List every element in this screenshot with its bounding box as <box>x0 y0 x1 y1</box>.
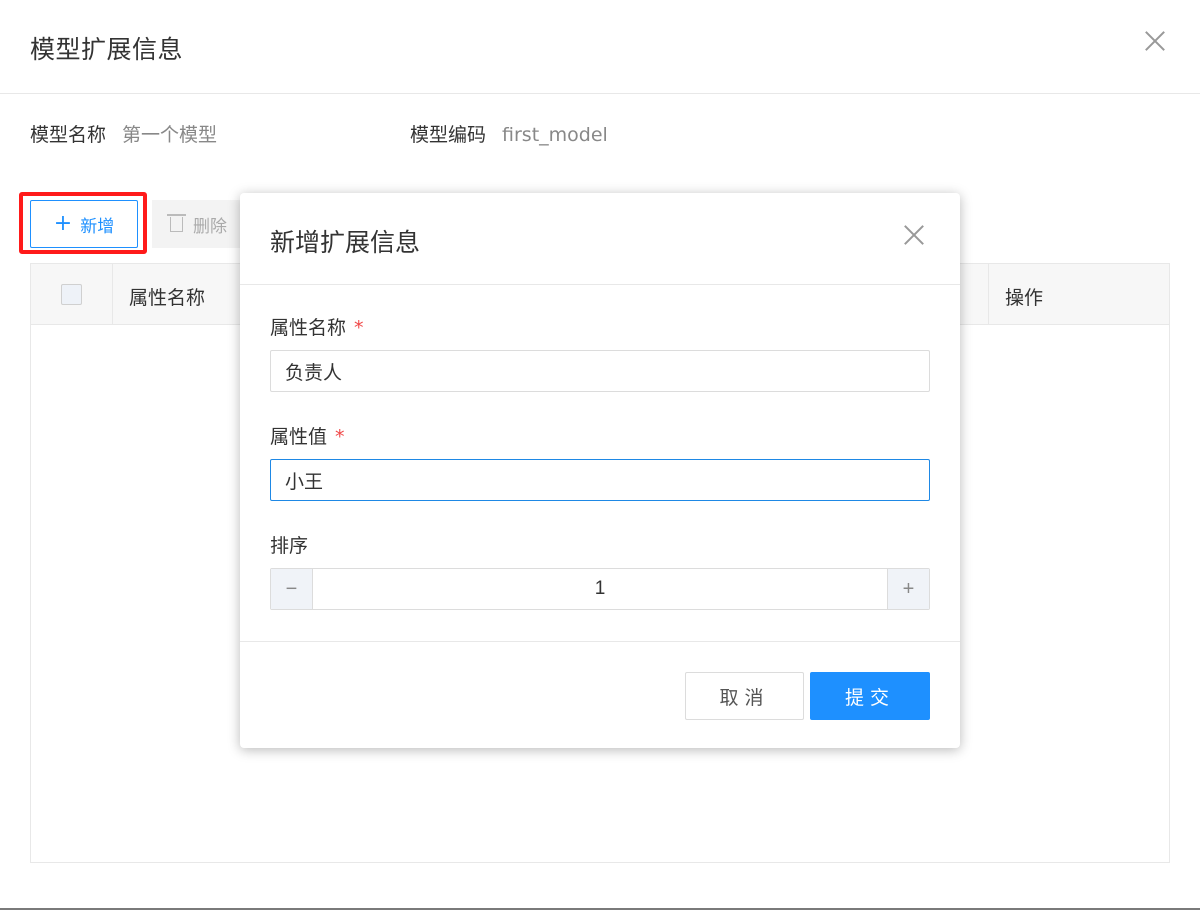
model-code-info: 模型编码 first_model <box>410 120 608 147</box>
delete-button-label: 删除 <box>193 216 227 237</box>
delete-button[interactable]: 删除 <box>152 200 252 248</box>
sort-label: 排序 <box>270 535 309 557</box>
plus-icon: + <box>53 211 73 236</box>
add-button[interactable]: + 新增 <box>30 200 138 248</box>
attribute-name-label-text: 属性名称 <box>270 317 347 339</box>
modal-footer-divider <box>240 641 960 642</box>
attribute-value-label-text: 属性值 <box>270 426 328 448</box>
model-code-label: 模型编码 <box>410 124 487 146</box>
model-name-info: 模型名称 第一个模型 <box>30 120 217 147</box>
model-code-value: first_model <box>502 124 608 146</box>
modal-header-divider <box>240 284 960 285</box>
sort-value-input[interactable]: 1 <box>313 569 887 609</box>
trash-icon <box>167 213 186 232</box>
column-divider <box>988 264 989 324</box>
attribute-name-label: 属性名称 * <box>270 313 364 340</box>
column-header-actions: 操作 <box>1005 287 1044 309</box>
outer-close-icon[interactable] <box>1144 30 1166 52</box>
add-button-label: 新增 <box>80 216 115 237</box>
model-name-value: 第一个模型 <box>122 124 218 146</box>
increment-button[interactable]: + <box>887 569 929 609</box>
model-name-label: 模型名称 <box>30 124 107 146</box>
modal-title: 新增扩展信息 <box>270 228 421 257</box>
select-all-checkbox[interactable] <box>61 284 82 305</box>
required-mark: * <box>354 317 364 339</box>
attribute-name-input[interactable] <box>270 350 930 392</box>
add-extension-modal: 新增扩展信息 属性名称 * 属性值 * 排序 − 1 + 取消 提交 <box>240 193 960 748</box>
attribute-value-label: 属性值 * <box>270 422 345 449</box>
decrement-button[interactable]: − <box>271 569 313 609</box>
outer-dialog-header: 模型扩展信息 <box>0 0 1200 94</box>
modal-close-icon[interactable] <box>903 224 925 246</box>
outer-dialog-title: 模型扩展信息 <box>30 35 184 64</box>
sort-stepper: − 1 + <box>270 568 930 610</box>
cancel-button[interactable]: 取消 <box>685 672 804 720</box>
required-mark: * <box>335 426 345 448</box>
column-header-name: 属性名称 <box>129 287 206 309</box>
select-all-cell <box>31 264 113 324</box>
attribute-value-input[interactable] <box>270 459 930 501</box>
submit-button[interactable]: 提交 <box>810 672 930 720</box>
